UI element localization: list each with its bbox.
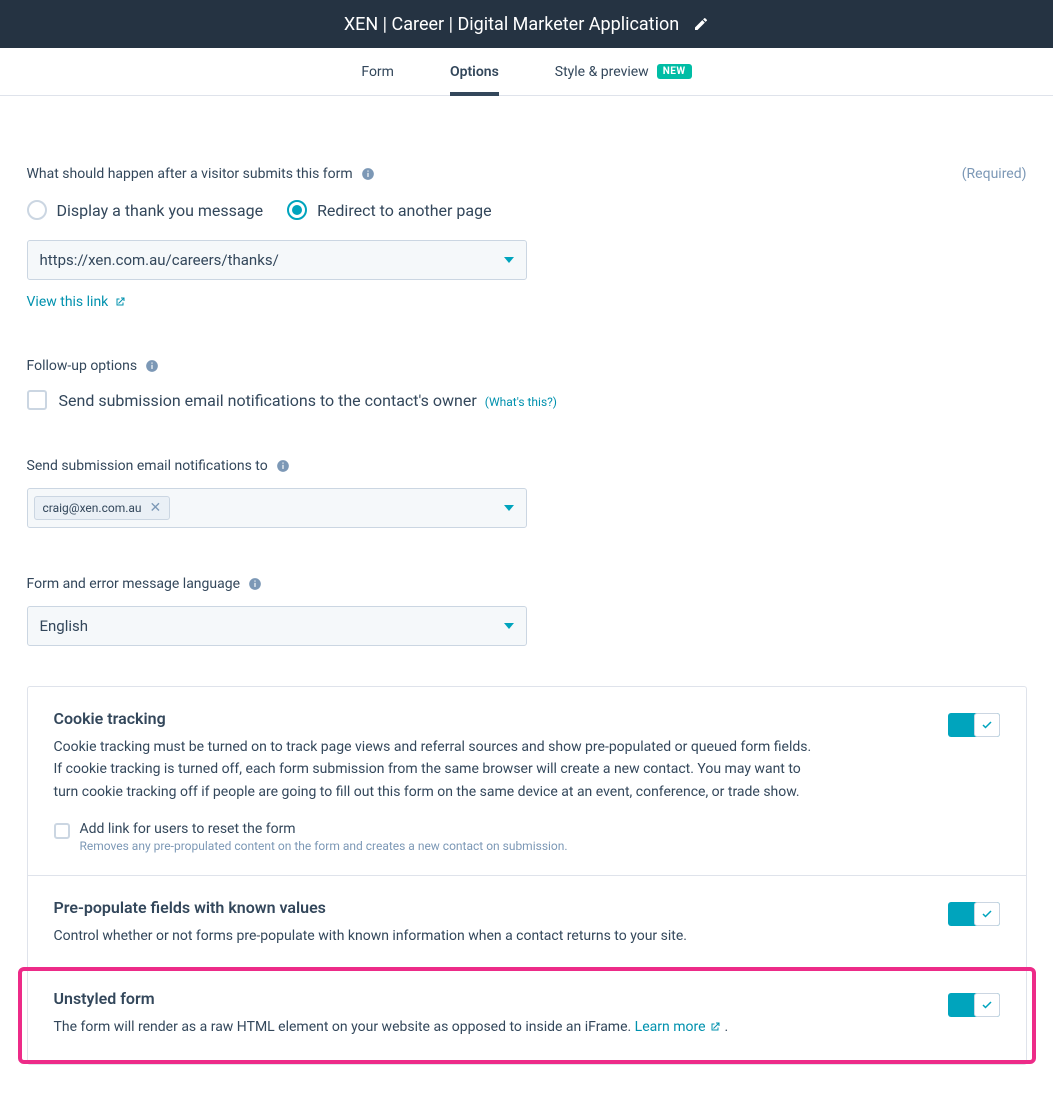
cookie-tracking-toggle[interactable] (948, 713, 1000, 737)
followup-label: Follow-up options (27, 358, 138, 374)
radio-input-thankyou[interactable] (27, 200, 47, 220)
tab-options[interactable]: Options (450, 49, 499, 96)
unstyled-row: Unstyled form The form will render as a … (22, 971, 1032, 1060)
language-value: English (40, 617, 89, 635)
toggle-knob (974, 713, 1000, 737)
followup-section: Follow-up options Send submission email … (27, 358, 1027, 410)
redirect-url-value: https://xen.com.au/careers/thanks/ (40, 251, 279, 269)
settings-panel: Cookie tracking Cookie tracking must be … (27, 686, 1027, 1065)
content-area: What should happen after a visitor submi… (27, 96, 1027, 1105)
radio-thank-you[interactable]: Display a thank you message (27, 200, 264, 220)
prepopulate-title: Pre-populate fields with known values (54, 898, 687, 917)
required-label: (Required) (962, 166, 1027, 182)
prepopulate-toggle[interactable] (948, 902, 1000, 926)
tab-options-label: Options (450, 64, 499, 80)
unstyled-desc: The form will render as a raw HTML eleme… (54, 1016, 729, 1038)
radio-redirect[interactable]: Redirect to another page (287, 200, 492, 220)
prepopulate-row: Pre-populate fields with known values Co… (28, 876, 1026, 970)
submit-action-section: What should happen after a visitor submi… (27, 166, 1027, 310)
notify-section: Send submission email notifications to c… (27, 458, 1027, 528)
tab-style-label: Style & preview (555, 64, 649, 80)
toggle-knob (974, 902, 1000, 926)
submit-action-label: What should happen after a visitor submi… (27, 166, 375, 182)
language-label: Form and error message language (27, 576, 241, 592)
reset-link-checkbox[interactable] (54, 823, 70, 839)
redirect-url-select[interactable]: https://xen.com.au/careers/thanks/ (27, 240, 527, 280)
page-title: XEN | Career | Digital Marketer Applicat… (344, 14, 679, 35)
cookie-tracking-row: Cookie tracking Cookie tracking must be … (28, 687, 1026, 876)
tab-form[interactable]: Form (361, 48, 394, 95)
check-icon (981, 719, 993, 731)
remove-tag-icon[interactable]: ✕ (150, 501, 162, 515)
notify-label: Send submission email notifications to (27, 458, 268, 474)
info-icon[interactable] (361, 167, 375, 181)
prepopulate-desc: Control whether or not forms pre-populat… (54, 925, 687, 947)
language-select[interactable]: English (27, 606, 527, 646)
external-link-icon (709, 1021, 721, 1033)
language-section: Form and error message language English (27, 576, 1027, 646)
tab-bar: Form Options Style & preview NEW (0, 48, 1053, 96)
unstyled-highlight: Unstyled form The form will render as a … (18, 967, 1036, 1064)
email-tag: craig@xen.com.au ✕ (34, 496, 171, 520)
whats-this-link[interactable]: (What's this?) (485, 395, 557, 409)
info-icon[interactable] (145, 359, 159, 373)
chevron-down-icon (504, 623, 514, 629)
radio-redirect-label: Redirect to another page (317, 201, 492, 220)
owner-notify-checkbox[interactable] (27, 390, 47, 410)
cookie-desc: Cookie tracking must be turned on to tra… (54, 736, 814, 803)
reset-link-label: Add link for users to reset the form (80, 821, 568, 837)
unstyled-toggle[interactable] (948, 993, 1000, 1017)
check-icon (981, 999, 993, 1011)
email-tag-value: craig@xen.com.au (43, 501, 142, 515)
radio-thankyou-label: Display a thank you message (57, 201, 264, 220)
external-link-icon (114, 296, 126, 308)
tab-form-label: Form (361, 64, 394, 80)
check-icon (981, 908, 993, 920)
info-icon[interactable] (248, 577, 262, 591)
new-badge: NEW (657, 64, 692, 79)
owner-notify-label: Send submission email notifications to t… (59, 391, 557, 410)
learn-more-link[interactable]: Learn more (635, 1019, 721, 1035)
chevron-down-icon (504, 505, 514, 511)
radio-input-redirect[interactable] (287, 200, 307, 220)
notify-select[interactable]: craig@xen.com.au ✕ (27, 488, 527, 528)
toggle-knob (974, 993, 1000, 1017)
chevron-down-icon (504, 257, 514, 263)
cookie-title: Cookie tracking (54, 709, 814, 728)
reset-link-help: Removes any pre-propulated content on th… (80, 839, 568, 853)
edit-title-icon[interactable] (693, 16, 709, 32)
unstyled-title: Unstyled form (54, 989, 729, 1008)
tab-style-preview[interactable]: Style & preview NEW (555, 48, 692, 95)
app-header: XEN | Career | Digital Marketer Applicat… (0, 0, 1053, 48)
view-link[interactable]: View this link (27, 294, 127, 310)
info-icon[interactable] (276, 459, 290, 473)
